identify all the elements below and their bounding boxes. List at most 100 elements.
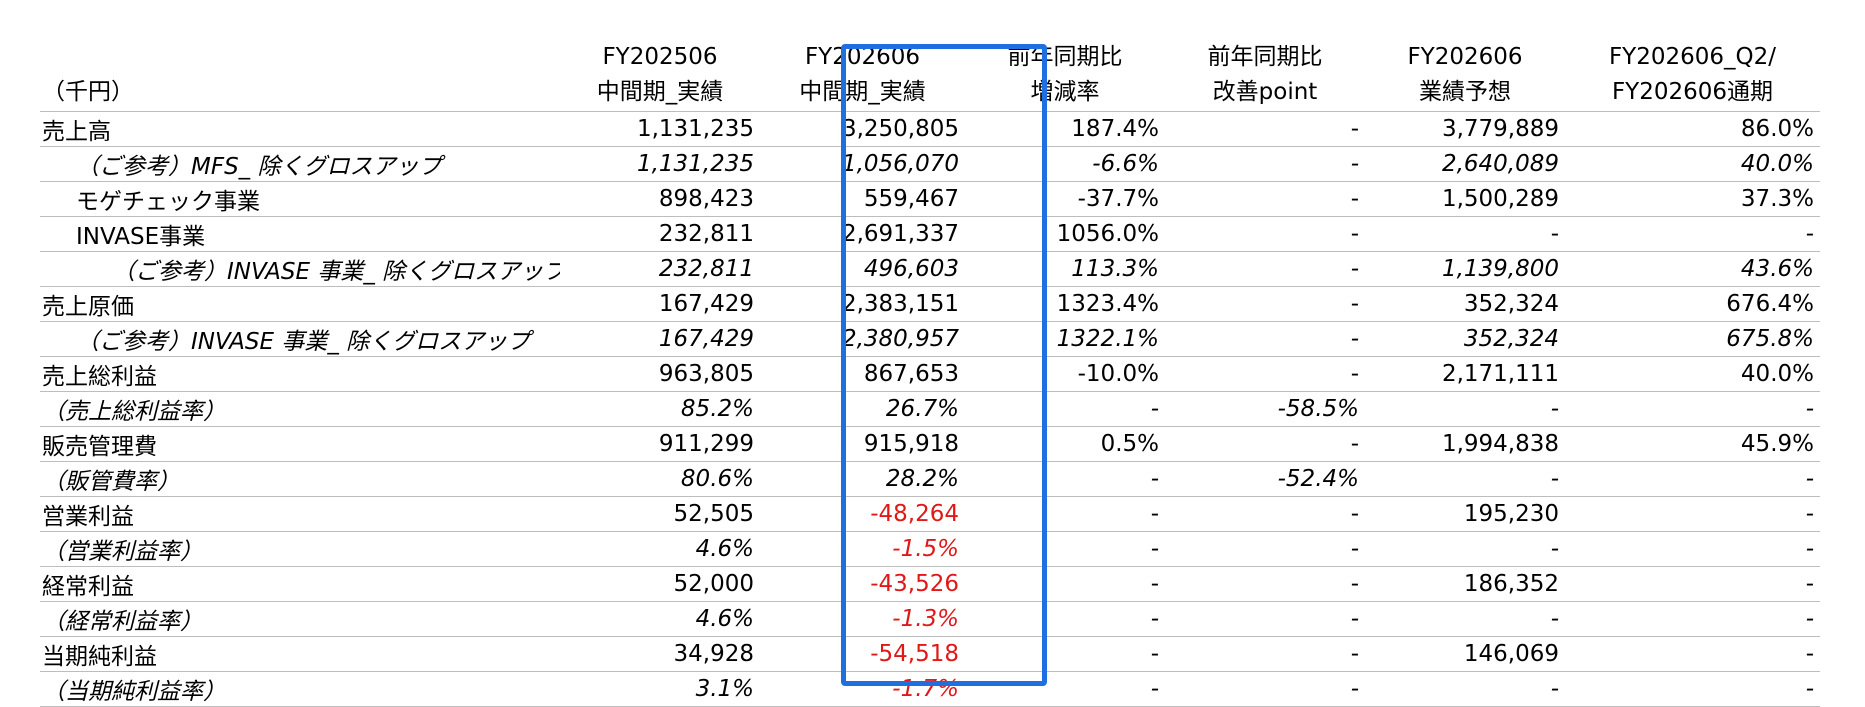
table-cell: -: [1150, 536, 1159, 562]
row-label: （販管費率）: [42, 469, 180, 495]
table-row: （当期純利益率） 3.1% -1.7% - - - -: [40, 672, 1820, 707]
table-cell: 2,691,337: [841, 221, 959, 247]
table-row: （ご参考）INVASE 事業_ 除くグロスアップ 232,811 496,603 11…: [40, 252, 1820, 287]
column-header-q2-vs-full-year: FY202606_Q2/FY202606通期: [1565, 40, 1820, 112]
table-cell: -1.7%: [892, 676, 959, 702]
table-cell: -: [1805, 571, 1814, 597]
table-cell: 2,383,151: [841, 291, 959, 317]
table-cell: 232,811: [658, 256, 754, 282]
row-label: INVASE事業: [76, 224, 206, 250]
table-cell: 2,171,111: [1441, 361, 1559, 387]
row-label: （ご参考）INVASE 事業_ 除くグロスアップ: [112, 259, 560, 285]
table-cell: -: [1550, 606, 1559, 632]
table-cell: -: [1350, 291, 1359, 317]
table-row: INVASE事業 232,811 2,691,337 1056.0% - - -: [40, 217, 1820, 252]
table-cell: 40.0%: [1740, 361, 1814, 387]
table-cell: 1,139,800: [1441, 256, 1559, 282]
table-cell: 675.8%: [1726, 326, 1814, 352]
table-cell: 80.6%: [680, 466, 754, 492]
row-label: （売上総利益率）: [42, 399, 226, 425]
financial-results-table: （千円） FY202506 中間期_実績 FY202606 中間期_実績 前年同期比…: [40, 40, 1820, 707]
table-cell: 4.6%: [695, 606, 754, 632]
column-header-line2: 増減率: [1030, 79, 1100, 105]
table-cell: -: [1350, 501, 1359, 527]
table-row: 売上高 1,131,235 3,250,805 187.4% - 3,779,889 86.…: [40, 112, 1820, 147]
table-cell: -48,264: [870, 501, 959, 527]
table-cell: -: [1805, 606, 1814, 632]
table-cell: -: [1350, 606, 1359, 632]
table-cell: -43,526: [870, 571, 959, 597]
table-cell: -: [1550, 466, 1559, 492]
table-cell: -: [1350, 571, 1359, 597]
table-row: （販管費率） 80.6% 28.2% - -52.4% - -: [40, 462, 1820, 497]
table-cell: -: [1350, 151, 1359, 177]
table-cell: -: [1550, 221, 1559, 247]
table-cell: -1.3%: [892, 606, 959, 632]
table-row: （ご参考）INVASE 事業_ 除くグロスアップ 167,429 2,380,957…: [40, 322, 1820, 357]
table-row: （経常利益率） 4.6% -1.3% - - - -: [40, 602, 1820, 637]
table-cell: -: [1550, 676, 1559, 702]
table-cell: 28.2%: [885, 466, 959, 492]
column-header-line1: FY202606: [804, 44, 921, 70]
table-cell: -: [1350, 116, 1359, 142]
table-cell: 915,918: [863, 431, 959, 457]
table-cell: 186,352: [1463, 571, 1559, 597]
table-cell: 676.4%: [1726, 291, 1814, 317]
table-cell: 187.4%: [1071, 116, 1159, 142]
table-cell: -: [1350, 641, 1359, 667]
table-cell: 559,467: [863, 186, 959, 212]
table-cell: -: [1805, 676, 1814, 702]
table-cell: -: [1150, 606, 1159, 632]
table-cell: 86.0%: [1740, 116, 1814, 142]
row-label: モゲチェック事業: [76, 189, 260, 215]
table-cell: -: [1350, 361, 1359, 387]
table-cell: 898,423: [658, 186, 754, 212]
table-cell: 1322.1%: [1056, 326, 1159, 352]
row-label: 営業利益: [42, 504, 134, 530]
table-row: モゲチェック事業 898,423 559,467 -37.7% - 1,500,289 37…: [40, 182, 1820, 217]
table-cell: 496,603: [863, 256, 959, 282]
table-cell: 1,131,235: [636, 151, 754, 177]
table-cell: 40.0%: [1740, 151, 1814, 177]
table-cell: 232,811: [658, 221, 754, 247]
table-cell: 52,000: [673, 571, 754, 597]
row-label: 販売管理費: [42, 434, 157, 460]
table-cell: 52,505: [673, 501, 754, 527]
column-header-yoy-change-rate: 前年同期比 増減率: [965, 40, 1165, 112]
table-cell: 1,131,235: [636, 116, 754, 142]
table-cell: 167,429: [658, 291, 754, 317]
table-cell: 43.6%: [1740, 256, 1814, 282]
table-cell: 37.3%: [1740, 186, 1814, 212]
row-label: （経常利益率）: [42, 609, 203, 635]
column-header-line2: FY202606通期: [1611, 79, 1774, 105]
table-cell: -: [1805, 466, 1814, 492]
table-row: 売上原価 167,429 2,383,151 1323.4% - 352,324 676.4…: [40, 287, 1820, 322]
table-row: （ご参考）MFS_ 除くグロスアップ 1,131,235 1,056,070 -6.6…: [40, 147, 1820, 182]
table-cell: -54,518: [870, 641, 959, 667]
table-cell: 2,380,957: [841, 326, 959, 352]
column-header-line1: 前年同期比: [1207, 44, 1323, 70]
table-cell: -6.6%: [1092, 151, 1159, 177]
table-cell: -: [1805, 396, 1814, 422]
table-cell: -: [1150, 501, 1159, 527]
table-cell: -: [1350, 221, 1359, 247]
row-label: 経常利益: [42, 574, 134, 600]
table-cell: 963,805: [658, 361, 754, 387]
unit-label: （千円）: [42, 79, 134, 105]
column-header-line2: 中間期_実績: [799, 79, 926, 105]
table-cell: -: [1150, 571, 1159, 597]
table-cell: -: [1350, 326, 1359, 352]
table-cell: 352,324: [1463, 291, 1559, 317]
table-cell: 911,299: [658, 431, 754, 457]
table-row: 売上総利益 963,805 867,653 -10.0% - 2,171,111 40.0%: [40, 357, 1820, 392]
table-cell: 867,653: [863, 361, 959, 387]
table-cell: -: [1550, 396, 1559, 422]
table-cell: -: [1805, 536, 1814, 562]
column-header-line2: 中間期_実績: [596, 79, 724, 105]
table-cell: -1.5%: [892, 536, 959, 562]
table-cell: 85.2%: [680, 396, 754, 422]
table-cell: -: [1805, 221, 1814, 247]
column-header-line1: FY202506: [602, 44, 718, 70]
table-row: 当期純利益 34,928 -54,518 - - 146,069 -: [40, 637, 1820, 672]
table-cell: -: [1350, 186, 1359, 212]
